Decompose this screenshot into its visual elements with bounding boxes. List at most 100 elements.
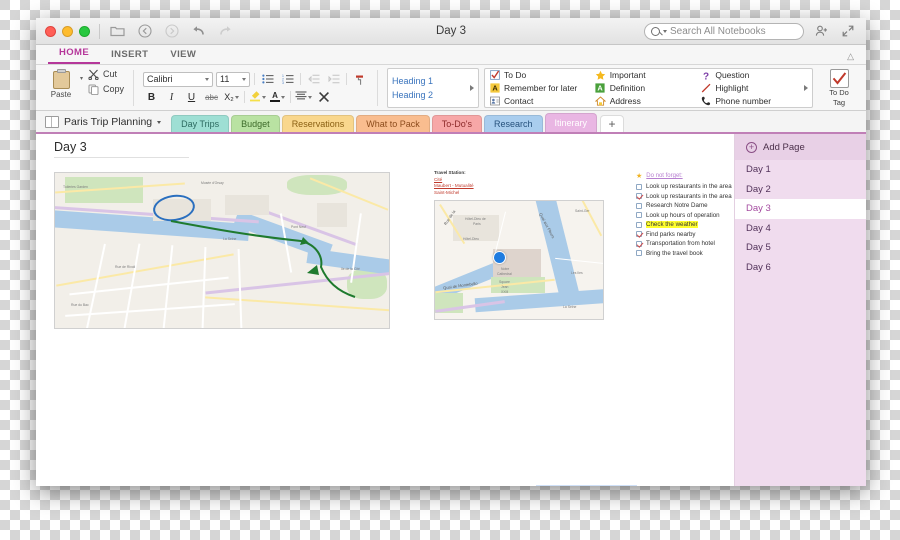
traffic-lights[interactable] [36, 25, 90, 37]
numbered-list-icon[interactable]: 123 [279, 72, 296, 87]
font-size-select[interactable]: 11 [216, 71, 251, 87]
tab-view[interactable]: VIEW [159, 49, 207, 64]
forward-icon[interactable] [163, 23, 180, 40]
tags-column-2: Important A Definition Address [594, 70, 699, 107]
page-item-day-2[interactable]: Day 2 [735, 180, 866, 200]
tag-label: Contact [504, 96, 534, 106]
checklist-item[interactable]: Research Notre Dame [636, 201, 734, 211]
bullet-list-icon[interactable] [259, 72, 276, 87]
checkbox-icon[interactable] [636, 202, 642, 209]
section-tab-budget[interactable]: Budget [231, 115, 280, 132]
decrease-indent-icon[interactable] [305, 72, 322, 87]
checkbox-icon[interactable] [636, 183, 642, 190]
checklist-heading-row: ★ Do not forget: [636, 172, 734, 180]
notre-dame-link[interactable]: Things to see at Notre Dame Cathedral [536, 485, 638, 486]
expand-icon[interactable] [839, 23, 856, 40]
tags-group: To Do A Remember for later Contact Impor… [484, 68, 813, 108]
clipboard-group: Paste ▾ Cut Copy [44, 68, 124, 108]
font-family-value: Calibri [147, 74, 173, 84]
checklist-item[interactable]: Check the weather [636, 220, 734, 230]
tag-question[interactable]: ? Question [700, 70, 804, 81]
increase-indent-icon[interactable] [325, 72, 342, 87]
page-item-day-5[interactable]: Day 5 [735, 238, 866, 258]
tag-definition[interactable]: A Definition [595, 83, 699, 94]
page-title[interactable]: Day 3 [54, 140, 189, 158]
section-tab-research[interactable]: Research [483, 115, 543, 132]
paste-button[interactable]: Paste [44, 68, 78, 99]
tag-highlight[interactable]: Highlight [700, 83, 804, 94]
svg-text:A: A [598, 84, 604, 93]
page-canvas[interactable]: Day 3 Tuileries Garden La Seine Ile de l… [36, 134, 734, 486]
page-item-day-6[interactable]: Day 6 [735, 258, 866, 278]
checklist-item[interactable]: Find parks nearby [636, 230, 734, 240]
subscript-button[interactable]: X₂ [223, 90, 240, 105]
checkbox-icon[interactable] [636, 221, 642, 228]
checkbox-icon[interactable] [636, 212, 642, 219]
collapse-ribbon-icon[interactable]: △ [847, 51, 854, 62]
italic-button[interactable]: I [163, 90, 180, 105]
add-page-button[interactable]: + Add Page [735, 134, 866, 160]
tag-to-do[interactable]: To Do [489, 70, 593, 81]
bold-button[interactable]: B [143, 90, 160, 105]
checklist-item[interactable]: Look up hours of operation [636, 211, 734, 221]
section-tab-day-trips[interactable]: Day Trips [171, 115, 230, 132]
checklist-item[interactable]: Look up restaurants in the area [636, 192, 734, 202]
add-user-icon[interactable] [813, 23, 830, 40]
strikethrough-button[interactable]: abc [203, 90, 220, 105]
font-group: Calibri 11 123 B I U abc X₂ A [143, 68, 368, 108]
undo-icon[interactable] [190, 23, 207, 40]
tag-important[interactable]: Important [595, 70, 699, 81]
checkbox-icon[interactable] [636, 240, 642, 247]
todo-tag-group[interactable]: To Do Tag [818, 68, 860, 108]
notre-dame-detail-map[interactable]: Rue de la Hôtel-Dieu de Paris Hôtel-Dieu… [434, 200, 604, 320]
cut-button[interactable]: Cut [87, 68, 124, 80]
page-item-day-4[interactable]: Day 4 [735, 219, 866, 239]
checklist-item[interactable]: Look up restaurants in the area [636, 182, 734, 192]
notebook-icon [45, 116, 59, 128]
tab-home[interactable]: HOME [48, 47, 101, 64]
style-heading-1[interactable]: Heading 1 [392, 76, 470, 86]
align-button[interactable] [295, 90, 313, 105]
tag-phone-number[interactable]: Phone number [700, 96, 804, 107]
page-sidebar: + Add Page Day 1 Day 2 Day 3 Day 4 Day 5… [734, 134, 866, 486]
font-family-select[interactable]: Calibri [143, 71, 214, 87]
folder-icon[interactable] [109, 23, 126, 40]
tag-contact[interactable]: Contact [489, 96, 593, 107]
paste-dropdown-icon[interactable]: ▾ [80, 75, 83, 82]
clear-formatting-icon[interactable] [315, 90, 332, 105]
maximize-button[interactable] [79, 25, 90, 37]
page-item-day-3[interactable]: Day 3 [735, 199, 866, 219]
checkbox-icon[interactable] [636, 193, 642, 200]
add-section-button[interactable]: + [600, 115, 625, 132]
styles-more-icon[interactable] [470, 85, 475, 91]
todo-tag-button[interactable] [829, 69, 849, 89]
minimize-button[interactable] [62, 25, 73, 37]
section-tab-what-to-pack[interactable]: What to Pack [356, 115, 430, 132]
style-heading-2[interactable]: Heading 2 [392, 90, 470, 100]
checkbox-icon[interactable] [636, 231, 642, 238]
search-input[interactable]: Search All Notebooks [644, 22, 804, 40]
tag-address[interactable]: Address [594, 96, 699, 107]
highlight-button[interactable] [249, 90, 267, 105]
notebook-selector[interactable]: Paris Trip Planning [45, 116, 171, 132]
tag-remember-for-later[interactable]: A Remember for later [489, 83, 593, 94]
redo-icon[interactable] [217, 23, 234, 40]
back-icon[interactable] [136, 23, 153, 40]
underline-button[interactable]: U [183, 90, 200, 105]
checklist-item[interactable]: Bring the travel book [636, 249, 734, 259]
section-tab-to-dos[interactable]: To-Do's [431, 115, 482, 132]
close-button[interactable] [45, 25, 56, 37]
page-item-day-1[interactable]: Day 1 [735, 160, 866, 180]
svg-text:A: A [492, 84, 498, 93]
checklist-item[interactable]: Transportation from hotel [636, 239, 734, 249]
checkbox-icon[interactable] [636, 250, 642, 257]
section-tab-reservations[interactable]: Reservations [281, 115, 355, 132]
format-painter-icon[interactable] [351, 72, 368, 87]
section-tab-itinerary[interactable]: Itinerary [544, 113, 598, 132]
checklist-item-label: Look up restaurants in the area [646, 192, 732, 200]
tags-more-icon[interactable] [804, 85, 808, 91]
copy-button[interactable]: Copy [87, 83, 124, 95]
tab-insert[interactable]: INSERT [100, 49, 159, 64]
font-color-button[interactable]: A [269, 90, 286, 105]
paris-overview-map[interactable]: Tuileries Garden La Seine Ile de la Cité… [54, 172, 390, 329]
